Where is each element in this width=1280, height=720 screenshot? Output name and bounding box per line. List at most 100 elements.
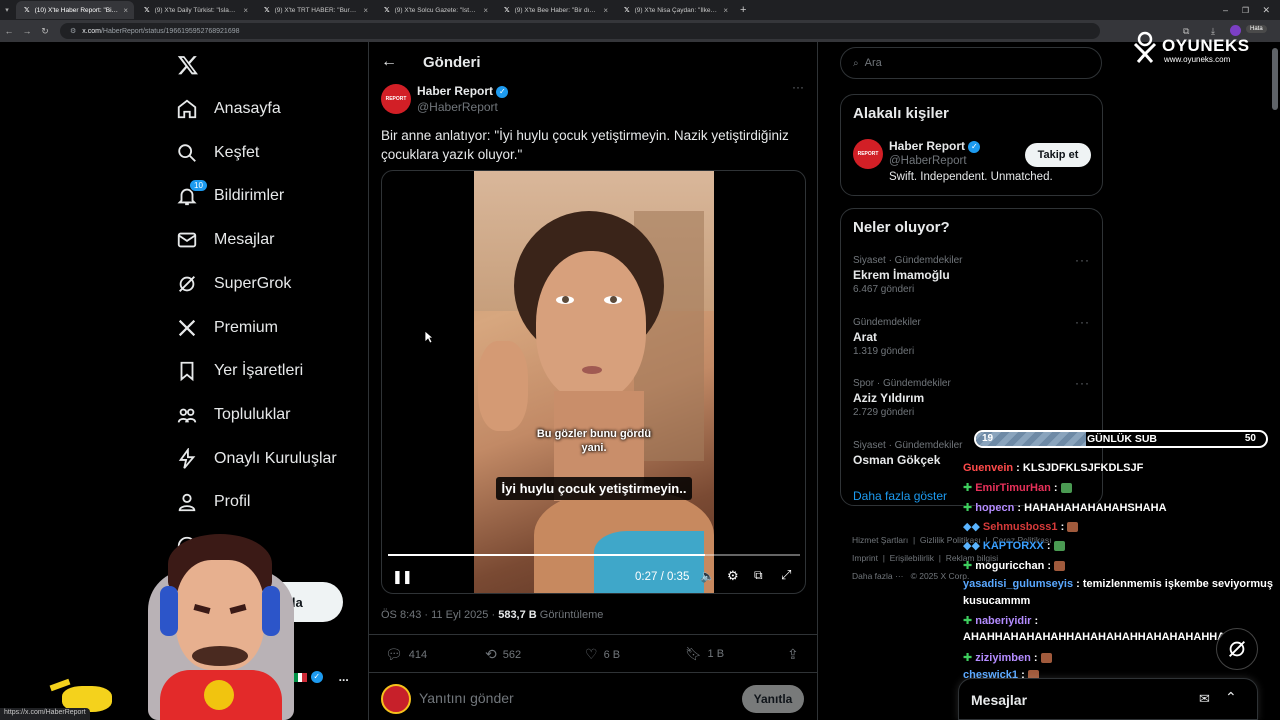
trend-more-icon[interactable]: ··· <box>1075 376 1090 390</box>
oyuneks-site-text: www.oyuneks.com <box>1164 55 1231 64</box>
like-action[interactable]: ♡ 6 B <box>585 646 620 663</box>
sub-badge-icon: ✚ <box>963 652 973 664</box>
tab-close-icon[interactable]: × <box>483 6 488 15</box>
tab-close-icon[interactable]: × <box>723 6 728 15</box>
chat-text: AHAHHAHAHAHAHHAHAHAHAHHAHAHAHAHHAHA <box>963 631 1242 643</box>
bookmark-action[interactable]: 🔖︎ 1 B <box>685 646 724 662</box>
sub-badge-icon: ✚ <box>963 560 973 572</box>
footer-link[interactable]: Daha fazla ··· <box>852 571 904 581</box>
show-more-link[interactable]: Daha fazla göster <box>853 489 947 503</box>
new-tab-button[interactable]: + <box>740 4 746 16</box>
related-title: Alakalı kişiler <box>853 105 949 122</box>
search-input[interactable]: ⌕ Ara <box>840 47 1102 79</box>
back-arrow-icon[interactable]: ← <box>381 53 397 71</box>
follow-button[interactable]: Takip et <box>1025 143 1091 167</box>
trend-item[interactable]: Siyaset · Gündemdekiler Ekrem İmamoğlu 6.4… <box>853 255 1093 295</box>
nav-item-communities[interactable]: Topluluklar <box>176 401 290 429</box>
mouse-cursor-icon <box>424 330 434 344</box>
footer-link[interactable]: Imprint <box>852 553 878 563</box>
nav-item-grok[interactable]: SuperGrok <box>176 270 291 298</box>
forward-nav-icon[interactable]: → <box>18 26 36 36</box>
address-bar[interactable]: ⚙ x.com/HaberReport/status/1966195952768… <box>60 23 1100 39</box>
tab-close-icon[interactable]: × <box>363 6 368 15</box>
window-restore-icon[interactable]: ❐ <box>1242 6 1249 15</box>
like-count: 6 B <box>603 648 621 661</box>
browser-tab-strip: ▾ 𝕏 (10) X'te Haber Report: "Bir anne anl… <box>0 0 1280 20</box>
cube-badge-icon: ◆◆ <box>963 540 980 552</box>
profile-icon <box>176 491 198 513</box>
browser-tab[interactable]: 𝕏 (9) X'te Bee Haber: "Bir dış hek" × <box>496 1 614 19</box>
streamer-avatar <box>140 520 300 720</box>
browser-tab[interactable]: 𝕏 (9) X'te TRT HABER: "Bursa'da k" × <box>256 1 374 19</box>
trends-title: Neler oluyor? <box>853 219 950 236</box>
chat-message: ✚ ziziyimben : <box>963 651 1052 664</box>
views-count: 583,7 B <box>498 609 537 621</box>
nav-item-bookmark[interactable]: Yer İşaretleri <box>176 357 303 385</box>
reply-action[interactable]: 💬︎ 414 <box>385 646 427 663</box>
reply-input[interactable]: Yanıtını gönder <box>419 690 514 706</box>
browser-tab[interactable]: 𝕏 (10) X'te Haber Report: "Bir anne anlat… <box>16 1 134 19</box>
search-icon <box>176 142 198 164</box>
verified-badge-icon: ✓ <box>310 671 323 683</box>
footer-link[interactable]: Erişilebilirlik <box>890 553 934 563</box>
video-progress-track[interactable] <box>388 554 800 556</box>
nav-item-label: Onaylı Kuruluşlar <box>214 449 337 467</box>
window-minimize-icon[interactable]: – <box>1223 5 1228 15</box>
pip-icon[interactable]: ⧉ <box>754 568 763 583</box>
emote-icon <box>1060 483 1072 494</box>
post-more-icon[interactable]: ··· <box>792 80 804 94</box>
trend-more-icon[interactable]: ··· <box>1075 315 1090 329</box>
author-avatar[interactable]: REPORT <box>381 84 411 114</box>
pause-icon[interactable]: ❚❚ <box>392 569 413 585</box>
nav-item-search[interactable]: Keşfet <box>176 139 259 167</box>
nav-item-home[interactable]: Anasayfa <box>176 95 281 123</box>
window-close-icon[interactable]: ✕ <box>1262 5 1270 16</box>
nav-item-bolt[interactable]: Onaylı Kuruluşlar <box>176 445 337 473</box>
browser-tab[interactable]: 𝕏 (9) X'te Daily Türkist: "İslami k" × <box>136 1 254 19</box>
trend-item[interactable]: Spor · Gündemdekiler Aziz Yıldırım 2.729 g… <box>853 378 1093 418</box>
x-logo-icon[interactable] <box>177 54 199 76</box>
author-name[interactable]: Haber Report <box>417 84 493 98</box>
back-nav-icon[interactable]: ← <box>0 26 18 36</box>
tab-close-icon[interactable]: × <box>123 6 128 15</box>
x-favicon-icon: 𝕏 <box>264 7 270 14</box>
post-timestamp[interactable]: ÖS 8:43 · 11 Eyl 2025 · <box>381 609 498 621</box>
reload-icon[interactable]: ↻ <box>36 26 54 37</box>
trend-category: Spor · Gündemdekiler <box>853 378 951 389</box>
reply-button[interactable]: Yanıtla <box>742 685 804 713</box>
mail-icon <box>176 229 198 251</box>
tab-title: (9) X'te Bee Haber: "Bir dış hek" <box>514 6 599 14</box>
tab-search-icon[interactable]: ▾ <box>0 6 14 14</box>
trend-item[interactable]: Gündemdekiler Arat 1.319 gönderi <box>853 317 1093 357</box>
share-action[interactable]: ⇪ <box>787 646 799 663</box>
related-avatar[interactable]: REPORT <box>853 139 883 169</box>
nav-item-x[interactable]: Premium <box>176 314 278 342</box>
settings-icon[interactable]: ⚙ <box>727 568 739 584</box>
messages-drawer[interactable]: Mesajlar ✉ ⌃ <box>958 678 1258 720</box>
volume-icon[interactable]: 🔈 <box>700 569 715 583</box>
chat-username: ziziyimben <box>975 652 1031 664</box>
video-player[interactable]: Bu gözler bunu gördü yani. İyi huylu çoc… <box>381 170 806 594</box>
video-subtitle-bottom: İyi huylu çocuk yetiştirmeyin.. <box>474 477 714 500</box>
repost-action[interactable]: ⟲ 562 <box>485 646 521 663</box>
fullscreen-icon[interactable]: ⤢ <box>781 567 791 583</box>
related-name[interactable]: Haber Report <box>889 139 965 153</box>
nav-item-bell[interactable]: 10 Bildirimler <box>176 179 284 210</box>
browser-tab[interactable]: 𝕏 (9) X'te Solcu Gazete: "İstanbul" × <box>376 1 494 19</box>
tab-title: (10) X'te Haber Report: "Bir anne anlatı… <box>34 6 119 14</box>
author-handle[interactable]: @HaberReport <box>417 100 508 114</box>
tab-close-icon[interactable]: × <box>603 6 608 15</box>
new-message-icon[interactable]: ✉ <box>1199 691 1210 707</box>
account-more-icon[interactable]: ... <box>339 670 349 684</box>
nav-item-label: SuperGrok <box>214 274 292 292</box>
grok-fab[interactable] <box>1216 628 1258 670</box>
site-info-icon[interactable]: ⚙ <box>70 27 76 35</box>
browser-tab[interactable]: 𝕏 (9) X'te Nisa Çaydan: "İlkel güd" × <box>616 1 734 19</box>
nav-item-profile[interactable]: Profil <box>176 488 250 516</box>
trend-more-icon[interactable]: ··· <box>1075 253 1090 267</box>
page-scrollbar[interactable] <box>1272 48 1278 110</box>
nav-item-mail[interactable]: Mesajlar <box>176 226 274 254</box>
expand-drawer-icon[interactable]: ⌃ <box>1225 689 1237 706</box>
tab-close-icon[interactable]: × <box>243 6 248 15</box>
footer-link[interactable]: Hizmet Şartları <box>852 535 908 545</box>
